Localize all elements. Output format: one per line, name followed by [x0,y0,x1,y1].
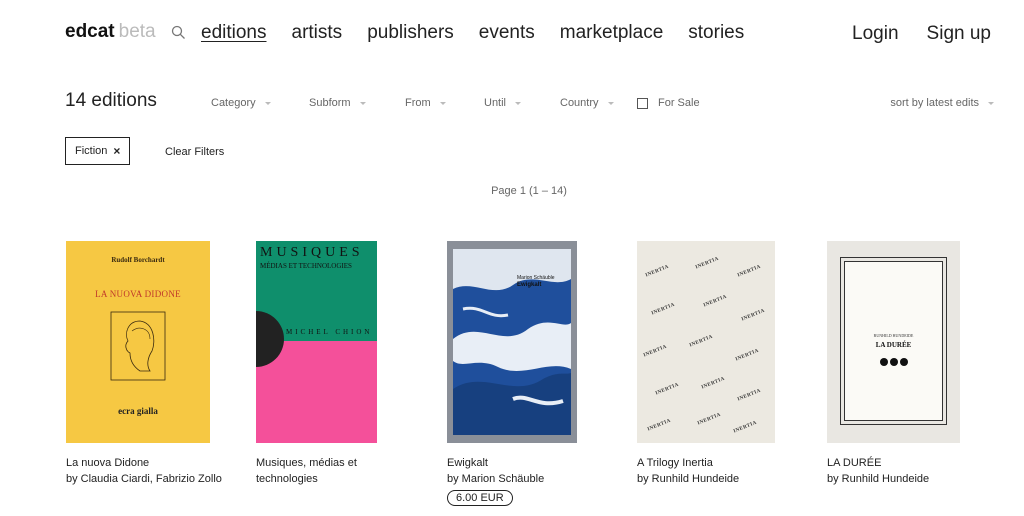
chevron-down-icon [988,101,994,105]
edition-title[interactable]: La nuova Didone [66,455,246,471]
editions-count: 14 editions [65,90,157,111]
portrait-illustration [110,311,166,381]
for-sale-filter[interactable]: For Sale [637,97,700,109]
search-icon[interactable] [171,25,186,40]
edition-author[interactable]: by Marion Schäuble [447,471,627,487]
from-label: From [405,97,431,109]
cover-pattern-word: INERTIA [736,264,762,279]
auth-links: Login Sign up [824,23,991,45]
cover-pattern-word: INERTIA [736,388,762,403]
login-link[interactable]: Login [852,23,899,45]
clear-filters-button[interactable]: Clear Filters [165,146,224,158]
until-dropdown[interactable]: Until [484,97,522,109]
chevron-down-icon [359,101,366,105]
cover-pattern-word: INERTIA [644,264,670,279]
cover-publisher: ecra gialla [118,406,158,416]
edition-card[interactable]: Rudolf Borchardt LA NUOVA DIDONE ecra gi… [66,241,246,487]
edition-cover[interactable]: Rudolf Borchardt LA NUOVA DIDONE ecra gi… [66,241,210,443]
nav-events[interactable]: events [479,22,535,44]
nav-stories[interactable]: stories [688,22,744,44]
edition-author[interactable]: by Runhild Hundeide [637,471,817,487]
edition-title[interactable]: LA DURÉE [827,455,1007,471]
cover-pattern-word: INERTIA [694,256,720,271]
edition-author[interactable]: by Runhild Hundeide [827,471,1007,487]
cover-author: Marion Schäuble [517,275,555,281]
sort-dropdown[interactable]: sort by latest edits [890,97,994,109]
nav-marketplace[interactable]: marketplace [560,22,664,44]
nav-publishers[interactable]: publishers [367,22,454,44]
cover-pattern-word: INERTIA [642,344,668,359]
for-sale-checkbox[interactable] [637,97,648,109]
for-sale-label: For Sale [658,97,700,109]
chip-label: Fiction [75,145,108,157]
chevron-down-icon [607,101,614,105]
edition-card[interactable]: MUSIQUES MÉDIAS ET TECHNOLOGIES MICHEL C… [256,241,436,487]
cover-pattern-word: INERTIA [696,412,722,427]
edition-cover[interactable]: INERTIA INERTIA INERTIA INERTIA INERTIA … [637,241,775,443]
cover-pattern-word: INERTIA [734,348,760,363]
chevron-down-icon [515,101,522,105]
cover-title: LA NUOVA DIDONE [95,289,181,299]
cover-author: Rudolf Borchardt [111,256,165,264]
edition-title[interactable]: A Trilogy Inertia [637,455,817,471]
category-label: Category [211,97,256,109]
page-info: Page 1 (1 – 14) [491,185,567,197]
cover-line-3: MICHEL CHION [286,328,373,336]
cover-pattern-word: INERTIA [740,308,766,323]
nav-artists[interactable]: artists [292,22,343,44]
cover-pattern-word: INERTIA [702,294,728,309]
logo-brand: edcat [65,21,115,42]
cover-line-1: MUSIQUES [260,245,364,260]
category-dropdown[interactable]: Category [211,97,271,109]
main-nav: editions artists publishers events marke… [201,22,769,44]
country-label: Country [560,97,599,109]
active-filter-chip[interactable]: Fiction × [65,137,131,165]
edition-card[interactable]: Marion Schäuble Ewigkalt Ewigkalt by Mar… [447,241,627,506]
edition-title[interactable]: Musiques, médias et technologies [256,455,366,487]
logo-beta: beta [118,21,156,42]
edition-card[interactable]: RUNHILD HUNDEIDE LA DURÉE LA DURÉE by Ru… [827,241,1007,487]
nav-editions[interactable]: editions [201,22,267,44]
chevron-down-icon [264,101,271,105]
from-dropdown[interactable]: From [405,97,446,109]
subform-label: Subform [309,97,351,109]
chevron-down-icon [439,101,446,105]
close-icon[interactable]: × [113,144,120,158]
edition-cover[interactable]: Marion Schäuble Ewigkalt [447,241,577,443]
cover-line-2: MÉDIAS ET TECHNOLOGIES [260,262,352,270]
cover-title: Ewigkalt [517,282,542,288]
cover-dots [827,353,960,371]
until-label: Until [484,97,507,109]
sort-label: sort by latest edits [890,97,979,109]
signup-link[interactable]: Sign up [927,23,991,45]
subform-dropdown[interactable]: Subform [309,97,366,109]
cover-pattern-word: INERTIA [650,302,676,317]
cover-pattern-word: INERTIA [688,334,714,349]
site-logo[interactable]: edcat beta [65,21,156,43]
cover-label: Marion Schäuble Ewigkalt [517,275,555,289]
edition-title[interactable]: Ewigkalt [447,455,627,471]
cover-pattern-word: INERTIA [732,420,758,435]
cover-author: RUNHILD HUNDEIDE [873,333,914,338]
cover-pattern-word: INERTIA [646,418,672,433]
price-badge[interactable]: 6.00 EUR [447,490,513,506]
cover-pattern-word: INERTIA [654,382,680,397]
edition-author[interactable]: by Claudia Ciardi, Fabrizio Zollo [66,471,246,487]
edition-card[interactable]: INERTIA INERTIA INERTIA INERTIA INERTIA … [637,241,817,487]
country-dropdown[interactable]: Country [560,97,614,109]
cover-pattern-word: INERTIA [700,376,726,391]
cover-title: LA DURÉE [875,341,912,349]
edition-cover[interactable]: RUNHILD HUNDEIDE LA DURÉE [827,241,960,443]
edition-cover[interactable]: MUSIQUES MÉDIAS ET TECHNOLOGIES MICHEL C… [256,241,377,443]
